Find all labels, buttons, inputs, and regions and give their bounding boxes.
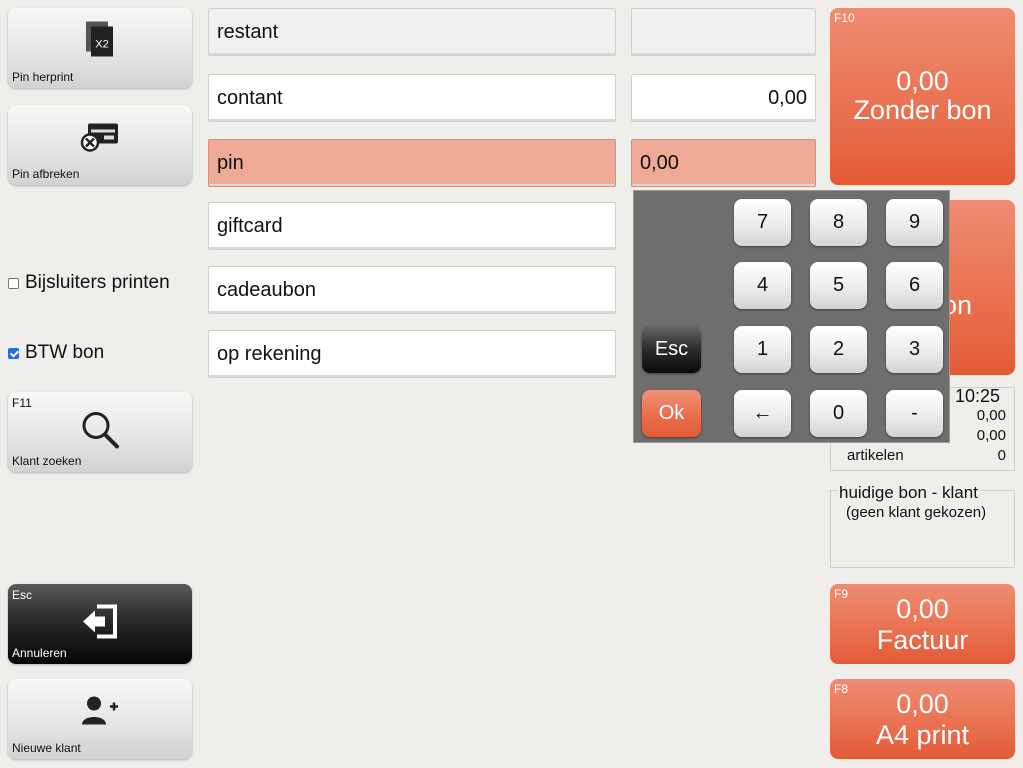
a4-print-amount: 0,00 [896, 689, 949, 719]
bijsluiters-printen-checkbox[interactable]: Bijsluiters printen [8, 272, 170, 294]
factuur-amount: 0,00 [896, 594, 949, 624]
key-minus[interactable]: - [886, 390, 943, 437]
key-1[interactable]: 1 [734, 326, 791, 373]
zonder-bon-button[interactable]: F10 0,00 Zonder bon [830, 8, 1015, 185]
payment-restant-value [631, 8, 816, 56]
summary-artikelen-label: artikelen [847, 447, 904, 464]
f10-hotkey-label: F10 [834, 11, 855, 25]
summary-row2-value: 0,00 [976, 427, 1006, 444]
payment-pin-value[interactable]: 0,00 [631, 139, 816, 187]
key-7[interactable]: 7 [734, 199, 791, 246]
key-2[interactable]: 2 [810, 326, 867, 373]
summary-time: 10:25 [954, 386, 1000, 406]
x2-badge: X2 [95, 38, 108, 50]
customer-panel: huidige bon - klant (geen klant gekozen) [830, 483, 1015, 568]
a4-print-button[interactable]: F8 0,00 A4 print [830, 679, 1015, 759]
card-cancel-icon [80, 120, 120, 157]
key-0[interactable]: 0 [810, 390, 867, 437]
annuleren-button[interactable]: Esc Annuleren [8, 584, 192, 664]
receipt-copy-x2-icon: X2 [85, 20, 115, 63]
payment-restant-label: restant [208, 8, 616, 56]
f9-hotkey-label: F9 [834, 587, 849, 601]
annuleren-label: Annuleren [12, 646, 67, 660]
btw-bon-label: BTW bon [25, 342, 105, 363]
f8-hotkey-label: F8 [834, 682, 849, 696]
key-esc[interactable]: Esc [642, 326, 701, 373]
payment-giftcard-label[interactable]: giftcard [208, 202, 616, 250]
checkbox-checked[interactable] [8, 347, 19, 359]
zonder-bon-amount: 0,00 [896, 66, 949, 96]
payment-contant-label[interactable]: contant [208, 74, 616, 122]
key-4[interactable]: 4 [734, 262, 791, 309]
key-5[interactable]: 5 [810, 262, 867, 309]
payment-contant-value[interactable]: 0,00 [631, 74, 816, 122]
pin-afbreken-button[interactable]: Pin afbreken [8, 105, 192, 185]
f11-hotkey-label: F11 [12, 396, 32, 410]
btw-bon-checkbox[interactable]: BTW bon [8, 342, 104, 364]
key-6[interactable]: 6 [886, 262, 943, 309]
checkbox-unchecked[interactable] [8, 277, 19, 289]
factuur-label: Factuur [876, 625, 969, 655]
summary-artikelen-value: 0 [997, 447, 1006, 464]
pin-herprint-label: Pin herprint [12, 70, 74, 84]
add-user-icon [80, 694, 120, 731]
payment-pin-label[interactable]: pin [208, 139, 616, 187]
pin-afbreken-label: Pin afbreken [12, 167, 80, 181]
search-icon [80, 410, 120, 455]
key-backspace[interactable]: ← [734, 390, 791, 437]
pin-herprint-button[interactable]: X2 Pin herprint [8, 8, 192, 88]
payment-op-rekening-label[interactable]: op rekening [208, 330, 616, 378]
key-8[interactable]: 8 [810, 199, 867, 246]
key-3[interactable]: 3 [886, 326, 943, 373]
exit-icon [79, 603, 121, 646]
factuur-button[interactable]: F9 0,00 Factuur [830, 584, 1015, 664]
klant-zoeken-label: Klant zoeken [12, 454, 82, 468]
nieuwe-klant-label: Nieuwe klant [12, 741, 81, 755]
a4-print-label: A4 print [875, 720, 970, 750]
zonder-bon-label: Zonder bon [853, 95, 992, 125]
summary-row1-value: 0,00 [976, 407, 1006, 424]
numeric-keypad: 7 8 9 4 5 6 Esc 1 2 3 Ok ← 0 - [633, 190, 950, 443]
nieuwe-klant-button[interactable]: Nieuwe klant [8, 679, 192, 759]
payment-cadeaubon-label[interactable]: cadeaubon [208, 266, 616, 314]
customer-panel-title: huidige bon - klant [838, 483, 979, 503]
key-9[interactable]: 9 [886, 199, 943, 246]
key-ok[interactable]: Ok [642, 390, 701, 437]
esc-hotkey-label: Esc [12, 588, 33, 602]
bijsluiters-printen-label: Bijsluiters printen [25, 272, 170, 293]
klant-zoeken-button[interactable]: F11 Klant zoeken [8, 392, 192, 472]
customer-panel-text: (geen klant gekozen) [846, 504, 987, 521]
